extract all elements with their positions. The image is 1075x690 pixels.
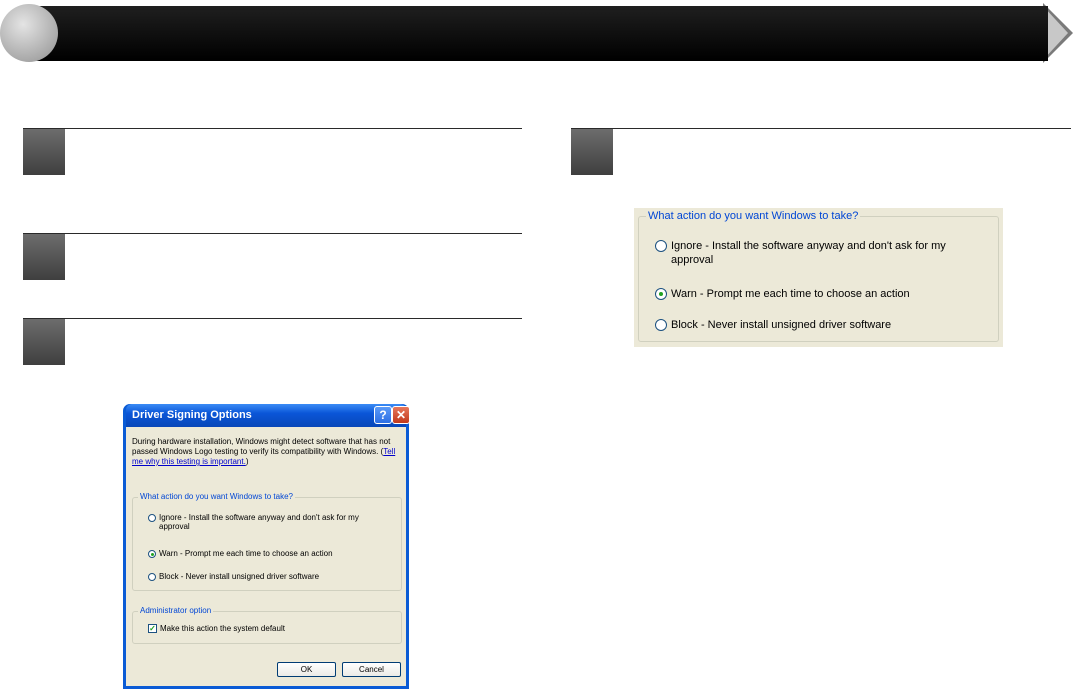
- dialog-titlebar[interactable]: Driver Signing Options ? ✕: [126, 404, 410, 427]
- cancel-button[interactable]: Cancel: [342, 662, 401, 677]
- zoomed-radio-ignore-label-2: approval: [671, 254, 714, 266]
- banner-circle-icon: [0, 4, 58, 62]
- admin-group-legend: Administrator option: [138, 606, 214, 615]
- description-end: ): [245, 457, 249, 466]
- zoomed-action-group: What action do you want Windows to take?…: [634, 208, 1003, 347]
- close-icon[interactable]: ✕: [392, 406, 410, 424]
- step-2-divider: [23, 233, 522, 234]
- zoomed-radio-block-label: Block - Never install unsigned driver so…: [671, 319, 892, 331]
- dialog-body: During hardware installation, Windows mi…: [126, 427, 406, 686]
- header-banner: [0, 0, 1075, 66]
- description-text: During hardware installation, Windows mi…: [132, 437, 391, 456]
- radio-ignore[interactable]: [148, 514, 156, 522]
- step-3-divider: [23, 318, 522, 319]
- dialog-description: During hardware installation, Windows mi…: [132, 437, 402, 467]
- radio-block-label: Block - Never install unsigned driver so…: [159, 572, 320, 581]
- radio-warn[interactable]: [148, 550, 156, 558]
- step-3-marker: [23, 319, 65, 365]
- action-group: What action do you want Windows to take?…: [132, 492, 402, 591]
- zoomed-radio-warn[interactable]: [655, 288, 667, 300]
- zoomed-radio-ignore[interactable]: [655, 240, 667, 252]
- radio-ignore-label-2: approval: [159, 522, 190, 531]
- zoomed-group-box: What action do you want Windows to take?…: [638, 210, 999, 342]
- dialog-title: Driver Signing Options: [132, 409, 252, 421]
- radio-ignore-label: Ignore - Install the software anyway and…: [159, 513, 359, 522]
- action-group-legend: What action do you want Windows to take?: [138, 492, 295, 501]
- checkbox-icon[interactable]: ✓: [148, 624, 157, 633]
- zoomed-radio-block[interactable]: [655, 319, 667, 331]
- help-icon[interactable]: ?: [374, 406, 392, 424]
- step-1-marker: [23, 129, 65, 175]
- driver-signing-dialog: Driver Signing Options ? ✕ During hardwa…: [123, 404, 410, 689]
- ok-button[interactable]: OK: [277, 662, 336, 677]
- step-1-divider: [23, 128, 522, 129]
- step-4-marker: [571, 129, 613, 175]
- banner-bar: [30, 6, 1048, 61]
- step-2-marker: [23, 234, 65, 280]
- zoomed-group-legend: What action do you want Windows to take?: [646, 210, 861, 222]
- zoomed-radio-warn-label: Warn - Prompt me each time to choose an …: [671, 288, 910, 300]
- radio-block[interactable]: [148, 573, 156, 581]
- admin-group: Administrator option ✓ Make this action …: [132, 606, 402, 644]
- radio-warn-label: Warn - Prompt me each time to choose an …: [159, 549, 333, 558]
- zoomed-radio-ignore-label: Ignore - Install the software anyway and…: [671, 240, 946, 252]
- step-4-divider: [571, 128, 1071, 129]
- system-default-label: Make this action the system default: [160, 624, 285, 633]
